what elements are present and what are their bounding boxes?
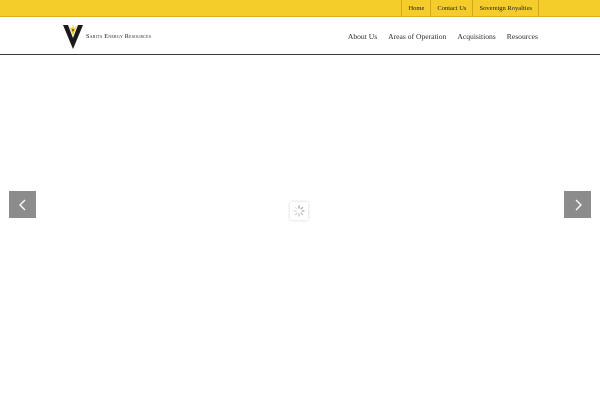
utility-links: Home Contact Us Sovereign Royalties xyxy=(401,0,539,17)
slider-next-button[interactable] xyxy=(564,191,591,218)
site-header: Sarita Energy Resources About Us Areas o… xyxy=(0,17,600,55)
nav-resources[interactable]: Resources xyxy=(507,32,538,41)
contact-us-link[interactable]: Contact Us xyxy=(430,0,472,17)
logo-text: Sarita Energy Resources xyxy=(86,32,152,40)
slider-prev-button[interactable] xyxy=(9,191,36,218)
hero-slider xyxy=(0,55,600,400)
chevron-right-icon xyxy=(575,199,582,210)
sovereign-royalties-link[interactable]: Sovereign Royalties xyxy=(472,0,539,17)
site-logo[interactable]: Sarita Energy Resources xyxy=(62,22,151,50)
home-link[interactable]: Home xyxy=(401,0,430,17)
nav-areas-of-operation[interactable]: Areas of Operation xyxy=(388,32,446,41)
nav-acquisitions[interactable]: Acquisitions xyxy=(457,32,495,41)
spinner-icon xyxy=(293,205,305,217)
utility-bar: Home Contact Us Sovereign Royalties xyxy=(0,0,600,17)
nav-about-us[interactable]: About Us xyxy=(348,32,377,41)
loading-spinner xyxy=(290,202,308,220)
logo-mark-icon xyxy=(63,24,83,49)
chevron-left-icon xyxy=(18,199,25,210)
main-nav: About Us Areas of Operation Acquisitions… xyxy=(337,17,538,55)
